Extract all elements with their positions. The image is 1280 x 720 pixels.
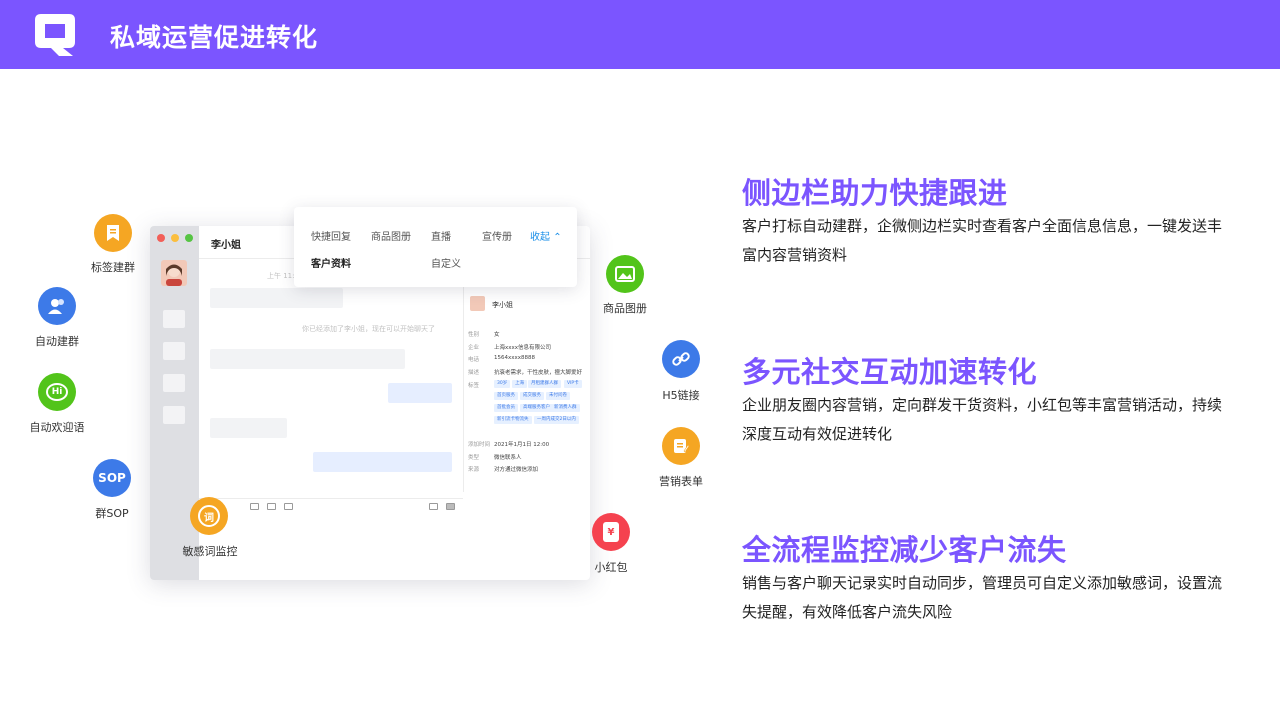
image-icon[interactable]	[250, 503, 259, 510]
collapse-button[interactable]: 收起 ⌃	[530, 228, 562, 243]
sidebar-nav-item[interactable]	[163, 374, 185, 392]
customer-tag: 首批会员	[494, 404, 518, 412]
panel-toggle-icon[interactable]	[446, 503, 455, 510]
section-description: 客户打标自动建群，企微侧边栏实时查看客户全面信息信息，一键发送丰富内容营销资料	[742, 217, 1223, 264]
maximize-dot-icon	[185, 234, 193, 242]
sensitive-icon-text: 词	[198, 505, 220, 527]
customer-tag: 首页服务	[494, 392, 518, 400]
sensitive-word-icon: 词	[190, 497, 228, 535]
menu-item-customer-info[interactable]: 客户资料	[311, 255, 351, 270]
quick-tools-popup: 快捷回复 商品图册 直播 宣传册 收起 ⌃ 客户资料 自定义	[294, 207, 577, 287]
link-icon	[662, 340, 700, 378]
feature-label-group-sop: 群SOP	[95, 507, 129, 520]
customer-tag: 月租建群人群	[528, 380, 561, 388]
bookmark-icon	[94, 214, 132, 252]
greeting-icon: Hi	[38, 373, 76, 411]
chat-bubble	[388, 383, 452, 403]
chat-bubble	[313, 452, 452, 472]
menu-item-custom[interactable]: 自定义	[431, 255, 461, 270]
feature-label-catalog: 商品图册	[603, 302, 647, 315]
field-label: 描述	[468, 370, 480, 376]
folder-icon[interactable]	[284, 503, 293, 510]
minimize-dot-icon	[171, 234, 179, 242]
customer-tag: 上海	[512, 380, 527, 388]
sop-icon-text: SOP	[98, 471, 126, 485]
avatar	[161, 260, 187, 286]
feature-label-form: 营销表单	[659, 475, 703, 488]
field-value: 1564xxxx8888	[494, 355, 536, 361]
field-label: 企业	[468, 345, 480, 351]
customer-avatar	[470, 296, 485, 311]
customer-tag: 30岁	[494, 380, 511, 388]
field-label: 标签	[468, 383, 480, 389]
screen-icon[interactable]	[429, 503, 438, 510]
close-dot-icon	[157, 234, 165, 242]
file-icon[interactable]	[267, 503, 276, 510]
feature-label-welcome: 自动欢迎语	[29, 421, 85, 434]
customer-tag: 成交服务	[520, 392, 544, 400]
menu-item-brochure[interactable]: 宣传册	[482, 228, 512, 243]
section-title: 全流程监控减少客户流失	[742, 533, 1067, 567]
chat-bubble	[210, 349, 405, 369]
sidebar-nav-item[interactable]	[163, 406, 185, 424]
customer-tag: 新消费人群	[551, 404, 580, 412]
greeting-icon-text: Hi	[46, 383, 68, 401]
customer-tag: 高端服务客户	[520, 404, 553, 412]
meta-label: 类型	[468, 455, 480, 461]
field-value: 抗衰老需求，干性皮肤，擅大脚爱好	[494, 370, 583, 376]
chat-contact-name: 李小姐	[211, 240, 241, 251]
customer-tag: 新引流卡物流失	[494, 416, 532, 424]
menu-item-catalog[interactable]: 商品图册	[371, 228, 411, 243]
section-title: 多元社交互动加速转化	[742, 355, 1038, 389]
red-packet-icon: ¥	[592, 513, 630, 551]
users-icon	[38, 287, 76, 325]
section-description: 销售与客户聊天记录实时自动同步，管理员可自定义添加敏感词，设置流失提醒，有效降低…	[742, 574, 1223, 621]
sidebar-nav-item[interactable]	[163, 342, 185, 360]
system-message: 你已经添加了李小姐，现在可以开始聊天了	[302, 325, 435, 333]
header-bar: 私域运营促进转化	[0, 0, 1280, 69]
feature-label-h5: H5链接	[662, 389, 700, 402]
section-description: 企业朋友圈内容营销，定向群发干货资料，小红包等丰富营销活动，持续深度互动有效促进…	[742, 396, 1223, 443]
field-value: 上海xxxx信息有限公司	[494, 345, 552, 351]
feature-label-tag-group: 标签建群	[91, 261, 135, 274]
customer-name: 李小姐	[492, 301, 513, 309]
chat-bubble	[210, 418, 287, 438]
feature-label-sensitive: 敏感词监控	[182, 545, 238, 558]
form-icon	[662, 427, 700, 465]
customer-tag: VIP卡	[564, 380, 582, 388]
customer-tag: 未付问卷	[546, 392, 570, 400]
meta-value: 2021年1月1日 12:00	[494, 442, 550, 448]
image-gallery-icon	[606, 255, 644, 293]
field-value: 女	[494, 332, 500, 338]
red-packet-icon-text: ¥	[603, 522, 619, 542]
section-title: 侧边栏助力快捷跟进	[742, 176, 1008, 210]
chat-time: 上午 11:	[267, 272, 295, 280]
chat-bubble	[210, 288, 343, 308]
meta-value: 微信联系人	[494, 455, 522, 461]
menu-item-quick-reply[interactable]: 快捷回复	[311, 228, 351, 243]
field-label: 性别	[468, 332, 480, 338]
meta-label: 添加时间	[468, 442, 491, 448]
meta-label: 来源	[468, 467, 480, 473]
chevron-up-icon: ⌃	[553, 232, 562, 243]
meta-value: 对方通过微信添加	[494, 467, 539, 473]
feature-label-redpacket: 小红包	[594, 561, 628, 574]
divider	[199, 498, 463, 499]
menu-item-live[interactable]: 直播	[431, 228, 451, 243]
field-label: 电话	[468, 357, 480, 363]
feature-label-auto-group: 自动建群	[35, 335, 79, 348]
app-logo-icon	[35, 14, 75, 56]
sidebar-nav-item[interactable]	[163, 310, 185, 328]
divider	[463, 258, 464, 492]
customer-tag: 一周内成交2日以内	[534, 416, 579, 424]
page-title: 私域运营促进转化	[110, 23, 319, 52]
sop-icon: SOP	[93, 459, 131, 497]
